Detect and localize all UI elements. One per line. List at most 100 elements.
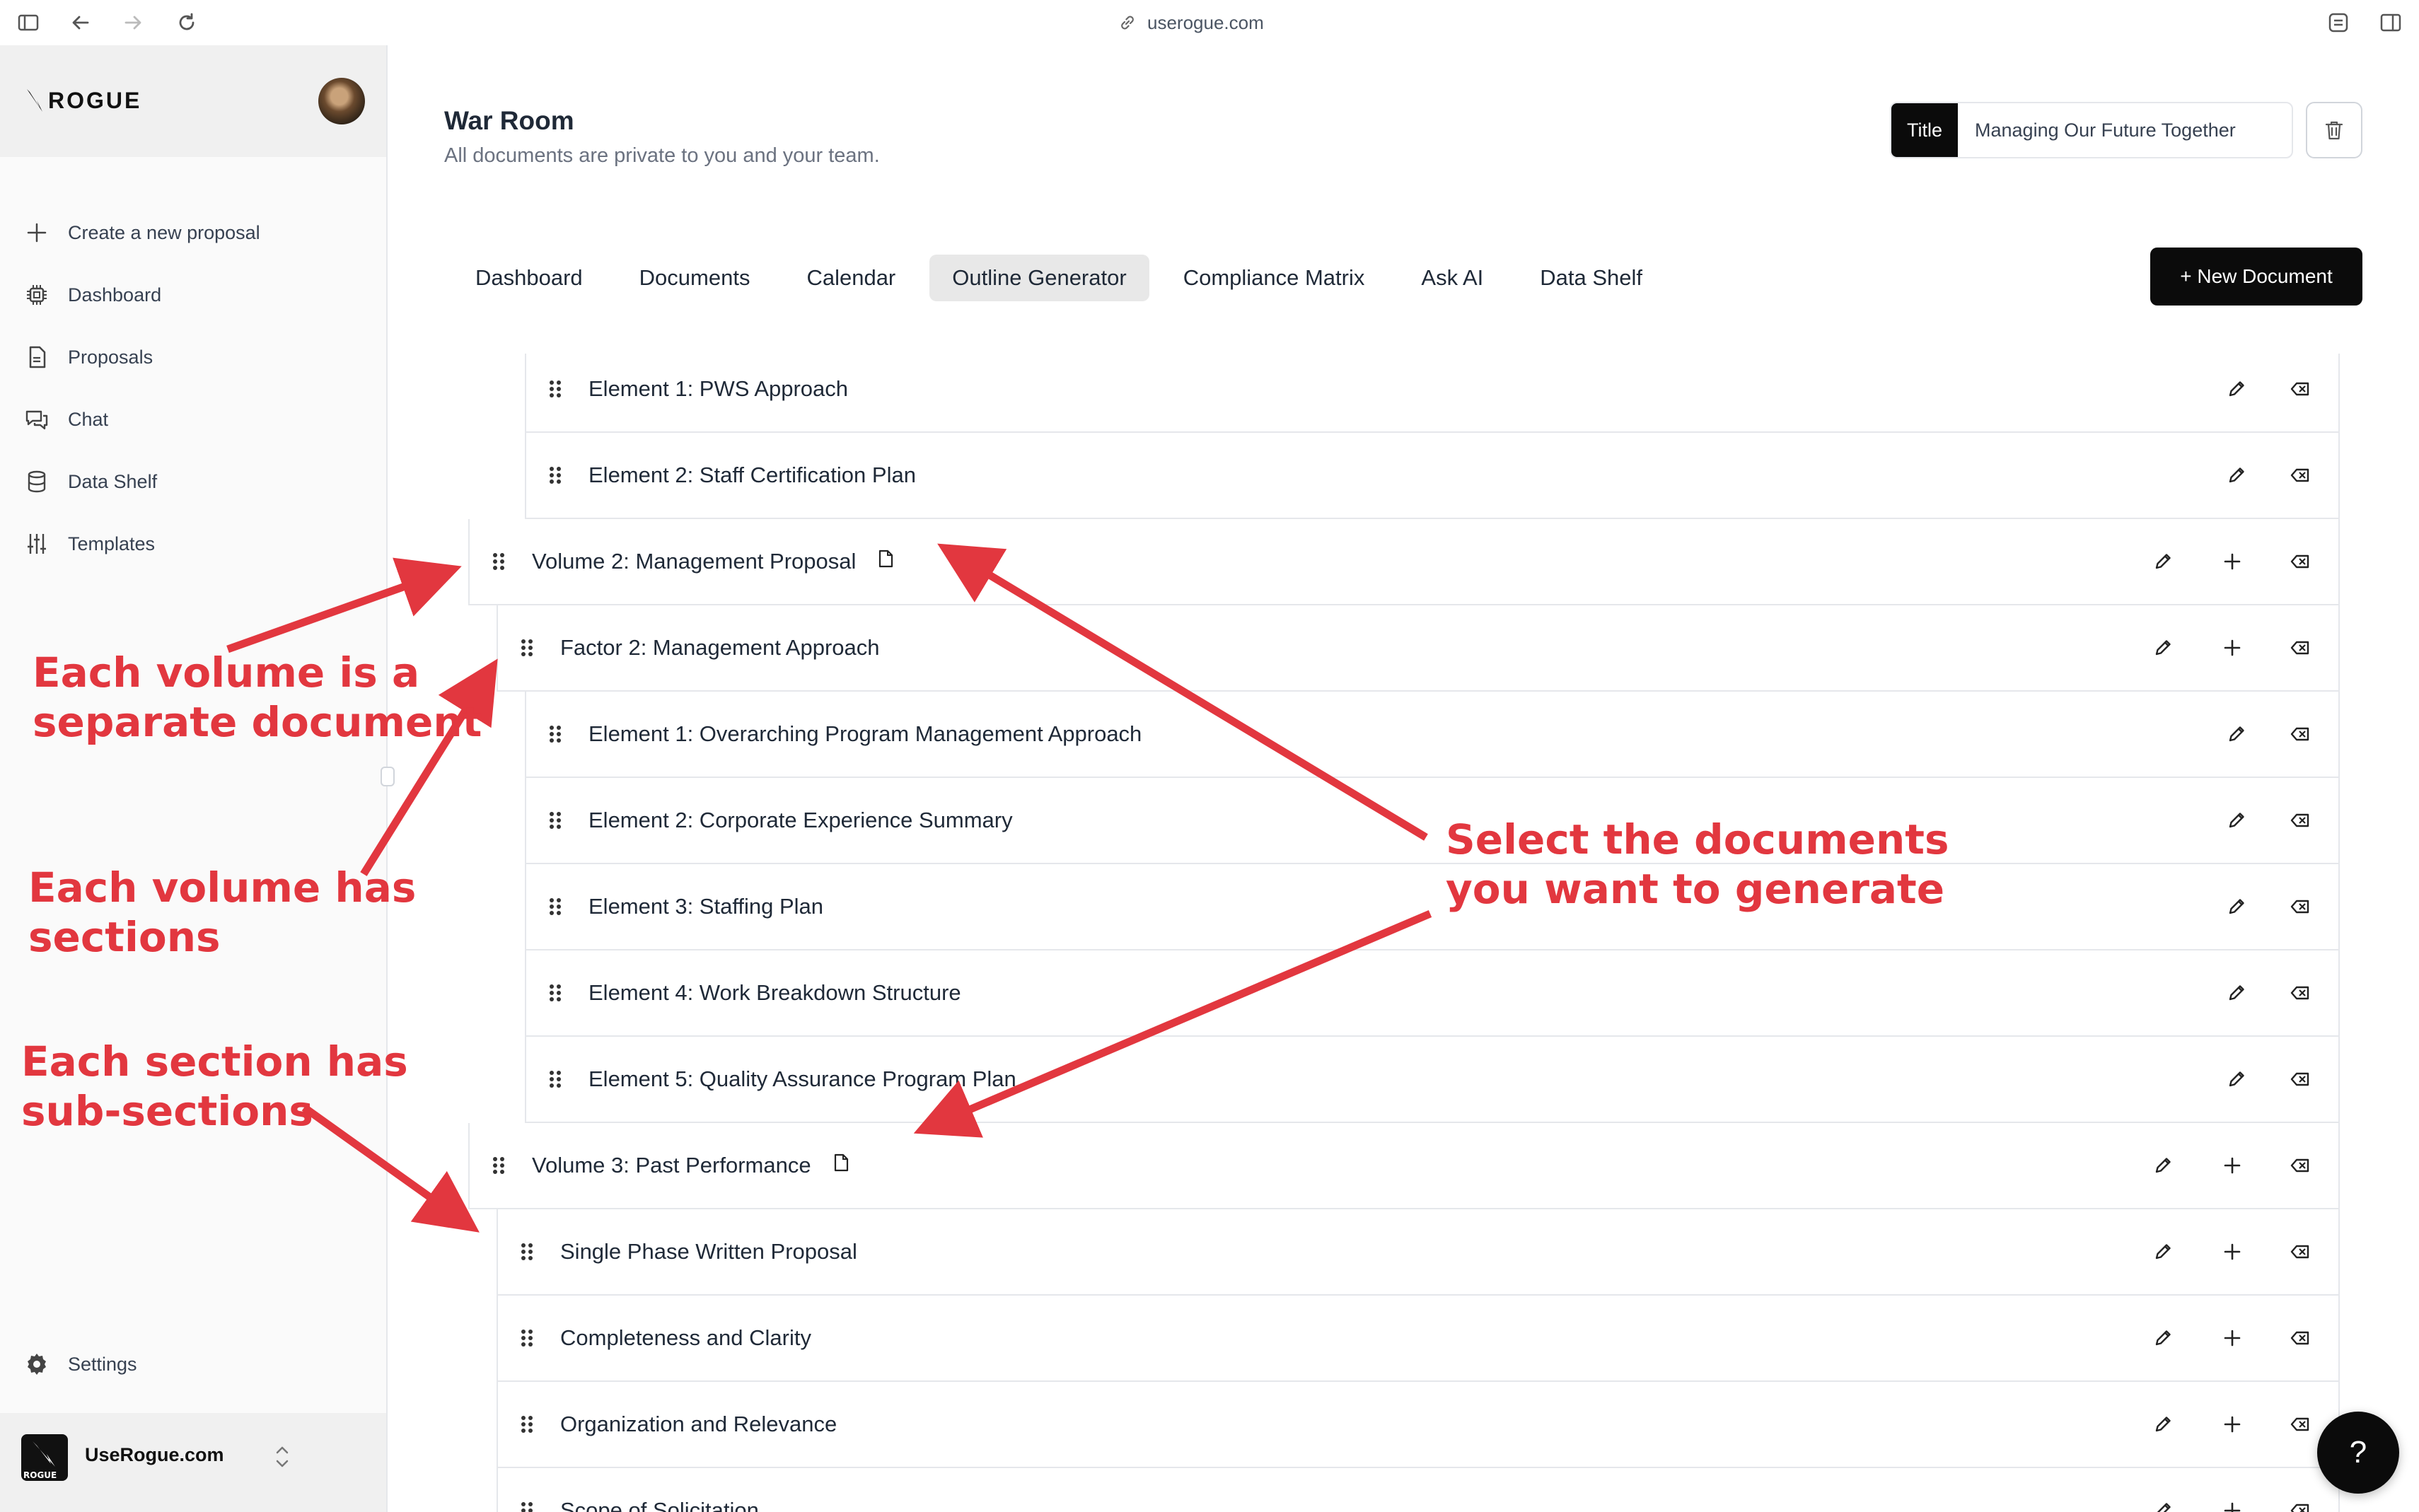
delete-icon[interactable] [2289,636,2311,659]
delete-icon[interactable] [2289,1327,2311,1349]
drag-handle-icon[interactable] [546,810,564,831]
delete-icon[interactable] [2289,378,2311,400]
tab-dashboard[interactable]: Dashboard [453,255,605,301]
delete-icon[interactable] [2289,895,2311,918]
outline-row-text: Single Phase Written Proposal [560,1239,857,1264]
edit-icon[interactable] [2152,1413,2174,1436]
outline-row-element[interactable]: Element 5: Quality Assurance Program Pla… [525,1037,2340,1123]
forward-icon[interactable] [120,10,146,35]
drag-handle-icon[interactable] [518,637,536,658]
drag-handle-icon[interactable] [518,1500,536,1512]
reload-icon[interactable] [174,10,199,35]
add-icon[interactable] [2221,636,2244,659]
edit-icon[interactable] [2152,1499,2174,1512]
drag-handle-icon[interactable] [546,1069,564,1090]
title-value[interactable]: Managing Our Future Together [1958,103,2236,157]
outline-row-element[interactable]: Element 4: Work Breakdown Structure [525,950,2340,1037]
delete-icon[interactable] [2289,464,2311,487]
drag-handle-icon[interactable] [546,378,564,400]
help-button[interactable]: ? [2317,1412,2399,1494]
sidebar-toggle-icon[interactable] [16,10,41,35]
add-icon[interactable] [2221,1327,2244,1349]
outline-row-label: Element 1: Overarching Program Managemen… [588,721,1142,747]
add-icon[interactable] [2221,1413,2244,1436]
delete-icon[interactable] [2289,1154,2311,1177]
outline-row-label: Element 5: Quality Assurance Program Pla… [588,1066,1016,1092]
edit-icon[interactable] [2152,550,2174,573]
edit-icon[interactable] [2225,723,2248,745]
outline-row-section[interactable]: Single Phase Written Proposal [497,1209,2340,1296]
page-subtitle: All documents are private to you and you… [444,144,880,167]
title-tag: Title [1891,103,1959,157]
feather-icon [27,89,42,112]
sidebar-item-dashboard[interactable]: Dashboard [24,277,161,313]
back-icon[interactable] [68,10,93,35]
edit-icon[interactable] [2225,1068,2248,1091]
drag-handle-icon[interactable] [546,723,564,745]
edit-icon[interactable] [2225,895,2248,918]
annotation-line: Select the documents [1446,815,1949,863]
tab-ask-ai[interactable]: Ask AI [1398,255,1506,301]
edit-icon[interactable] [2152,1154,2174,1177]
outline-row-element[interactable]: Element 2: Corporate Experience Summary [525,778,2340,864]
address-bar[interactable]: userogue.com [1118,8,1264,37]
sidebar-item-create-proposal[interactable]: Create a new proposal [24,215,260,250]
edit-icon[interactable] [2225,982,2248,1004]
outline-row-volume[interactable]: Volume 2: Management Proposal [468,519,2340,605]
tab-documents[interactable]: Documents [617,255,773,301]
delete-icon[interactable] [2289,550,2311,573]
edit-icon[interactable] [2225,378,2248,400]
avatar[interactable] [318,78,365,124]
edit-icon[interactable] [2152,636,2174,659]
add-icon[interactable] [2221,1240,2244,1263]
sidebar-item-label: Create a new proposal [68,221,260,243]
tab-calendar[interactable]: Calendar [784,255,918,301]
drag-handle-icon[interactable] [518,1241,536,1262]
outline-row-section[interactable]: Organization and Relevance [497,1382,2340,1468]
new-document-button[interactable]: + New Document [2150,248,2362,306]
outline-row-element[interactable]: Element 1: Overarching Program Managemen… [525,692,2340,778]
drag-handle-icon[interactable] [489,551,508,572]
rogue-logo[interactable]: ROGUE [24,86,141,115]
add-icon[interactable] [2221,1499,2244,1512]
outline-row-section[interactable]: Completeness and Clarity [497,1296,2340,1382]
outline-row-element[interactable]: Element 1: PWS Approach [525,354,2340,433]
delete-icon[interactable] [2289,809,2311,832]
outline-row-section[interactable]: Factor 2: Management Approach [497,605,2340,692]
outline-row-volume[interactable]: Volume 3: Past Performance [468,1123,2340,1209]
drag-handle-icon[interactable] [518,1327,536,1349]
outline-row-element[interactable]: Element 2: Staff Certification Plan [525,433,2340,519]
outline-row-element[interactable]: Element 3: Staffing Plan [525,864,2340,950]
delete-icon[interactable] [2289,1068,2311,1091]
outline-row-label: Scope of Solicitation [560,1498,759,1512]
drag-handle-icon[interactable] [546,465,564,486]
delete-icon[interactable] [2289,1413,2311,1436]
annotation-line: sub-sections [21,1087,313,1135]
outline-row-section[interactable]: Scope of Solicitation [497,1468,2340,1512]
drag-handle-icon[interactable] [546,982,564,1004]
edit-icon[interactable] [2152,1240,2174,1263]
split-view-icon[interactable] [2378,10,2403,35]
drag-handle-icon[interactable] [546,896,564,917]
add-icon[interactable] [2221,550,2244,573]
drag-handle-icon[interactable] [518,1414,536,1435]
extension-icon[interactable] [2326,10,2351,35]
delete-icon[interactable] [2289,1240,2311,1263]
title-field[interactable]: Title Managing Our Future Together [1890,102,2293,158]
tab-outline-generator[interactable]: Outline Generator [929,255,1149,301]
document-icon[interactable] [876,549,895,574]
delete-icon[interactable] [2289,723,2311,745]
add-icon[interactable] [2221,1154,2244,1177]
outline-row-label: Single Phase Written Proposal [560,1239,857,1264]
drag-handle-icon[interactable] [489,1155,508,1176]
delete-button[interactable] [2306,102,2362,158]
outline-row-text: Volume 2: Management Proposal [532,549,857,574]
tab-data-shelf[interactable]: Data Shelf [1517,255,1665,301]
edit-icon[interactable] [2225,464,2248,487]
document-icon[interactable] [831,1153,851,1178]
delete-icon[interactable] [2289,1499,2311,1512]
delete-icon[interactable] [2289,982,2311,1004]
tab-compliance-matrix[interactable]: Compliance Matrix [1161,255,1388,301]
edit-icon[interactable] [2152,1327,2174,1349]
edit-icon[interactable] [2225,809,2248,832]
